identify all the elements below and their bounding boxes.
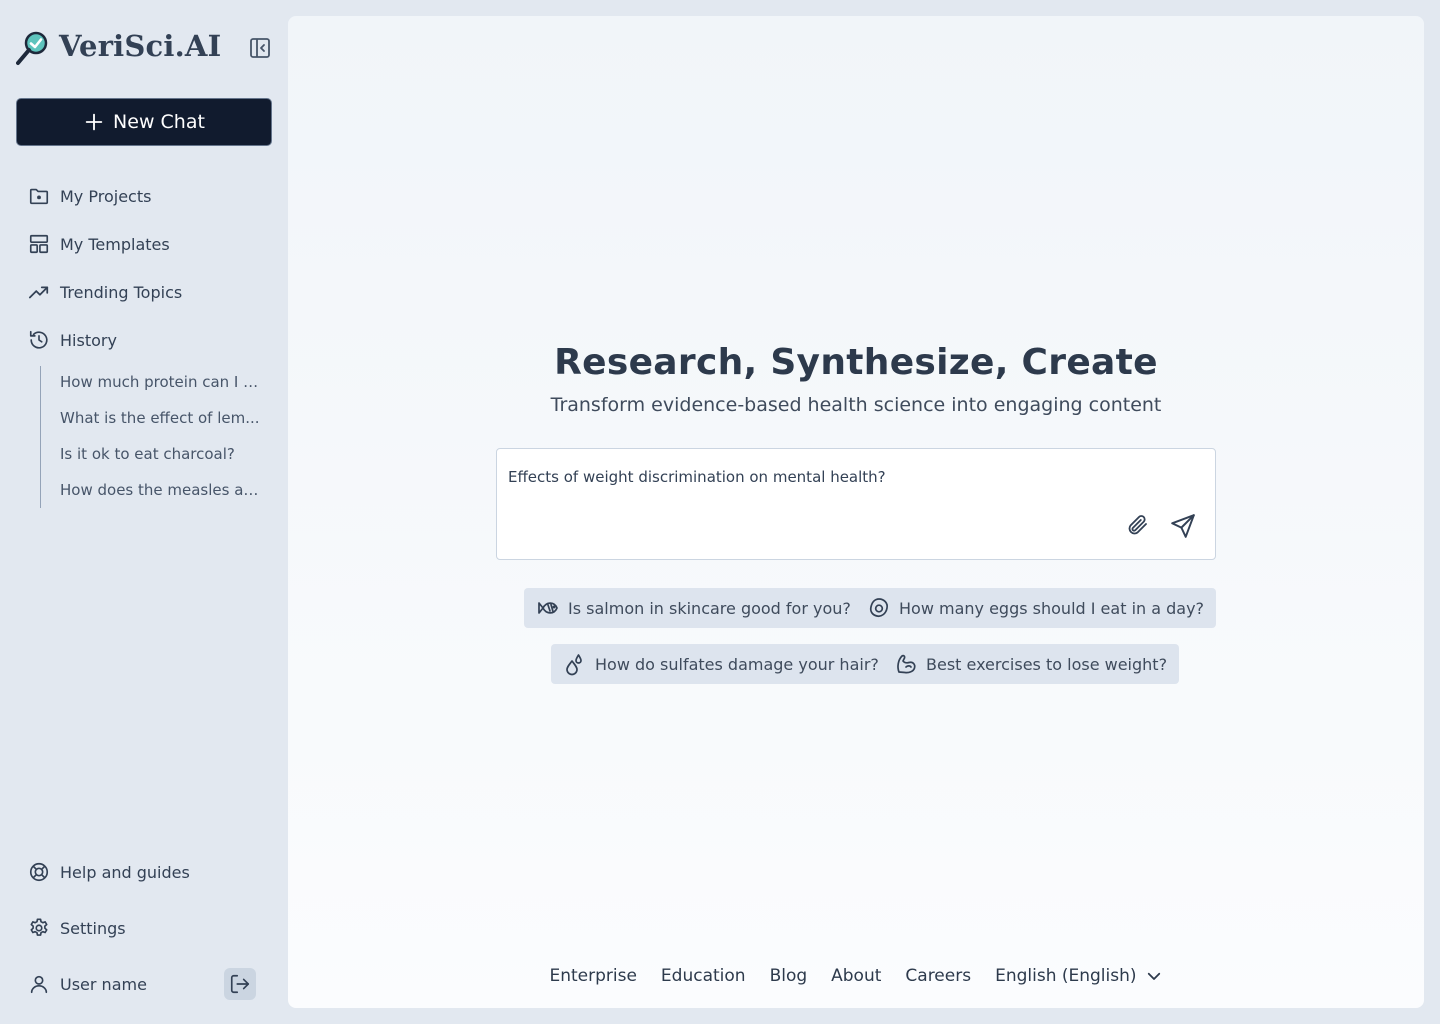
trending-icon xyxy=(28,286,49,299)
magnifier-check-logo-icon xyxy=(16,31,48,65)
paperclip-icon[interactable] xyxy=(1125,513,1149,537)
user-profile[interactable]: User name xyxy=(28,970,208,998)
footer-link-careers[interactable]: Careers xyxy=(905,966,971,986)
footer-link-blog[interactable]: Blog xyxy=(770,966,808,986)
logout-button[interactable] xyxy=(224,968,256,1000)
nav-label: My Projects xyxy=(60,186,152,206)
help-label: Help and guides xyxy=(60,862,190,882)
nav-label: History xyxy=(60,330,117,350)
footer: Enterprise Education Blog About Careers … xyxy=(288,962,1424,990)
logo[interactable]: VeriSci.AI xyxy=(16,28,272,68)
footer-link-education[interactable]: Education xyxy=(661,966,746,986)
history-item[interactable]: How does the measles aff... xyxy=(60,481,264,505)
send-icon[interactable] xyxy=(1170,513,1196,539)
user-name: User name xyxy=(60,974,147,994)
suggestion-label: How many eggs should I eat in a day? xyxy=(899,598,1205,618)
droplets-icon xyxy=(566,654,582,676)
settings-link[interactable]: Settings xyxy=(28,914,268,942)
history-item[interactable]: Is it ok to eat charcoal? xyxy=(60,445,264,469)
app-name: VeriSci.AI xyxy=(59,29,222,63)
user-icon xyxy=(30,975,48,994)
history-divider xyxy=(40,366,41,508)
gear-icon xyxy=(30,918,48,936)
history-icon xyxy=(29,330,48,349)
page-subtitle: Transform evidence-based health science … xyxy=(550,394,1162,416)
main-panel: Research, Synthesize, Create Transform e… xyxy=(288,16,1424,1008)
nav-label: Trending Topics xyxy=(60,282,183,302)
nav-my-projects[interactable]: My Projects xyxy=(28,182,268,210)
suggestion-label: How do sulfates damage your hair? xyxy=(595,654,879,674)
nav-my-templates[interactable]: My Templates xyxy=(28,230,268,258)
egg-icon xyxy=(869,598,888,618)
new-chat-label: New Chat xyxy=(113,111,205,133)
nav-trending-topics[interactable]: Trending Topics xyxy=(28,278,268,306)
suggestion-chip[interactable]: Best exercises to lose weight? xyxy=(882,644,1180,684)
prompt-box[interactable]: Effects of weight discrimination on ment… xyxy=(496,448,1216,560)
history-item[interactable]: What is the effect of lem... xyxy=(60,409,264,433)
suggestion-label: Is salmon in skincare good for you? xyxy=(568,598,851,618)
collapse-sidebar-icon[interactable] xyxy=(248,36,272,60)
language-label: English (English) xyxy=(995,966,1137,986)
help-and-guides-link[interactable]: Help and guides xyxy=(28,858,268,886)
folder-icon xyxy=(29,188,49,205)
settings-label: Settings xyxy=(60,918,126,938)
suggestion-chip[interactable]: How do sulfates damage your hair? xyxy=(551,644,891,684)
footer-link-enterprise[interactable]: Enterprise xyxy=(549,966,636,986)
bicep-icon xyxy=(897,654,916,674)
nav-label: My Templates xyxy=(60,234,170,254)
language-selector[interactable]: English (English) xyxy=(995,966,1162,986)
logout-icon xyxy=(230,974,250,994)
page-title: Research, Synthesize, Create xyxy=(554,342,1158,383)
prompt-input[interactable]: Effects of weight discrimination on ment… xyxy=(508,468,1188,486)
history-item[interactable]: How much protein can I e... xyxy=(60,373,264,397)
suggestion-chip[interactable]: How many eggs should I eat in a day? xyxy=(855,588,1217,628)
plus-icon xyxy=(85,113,103,131)
nav-history[interactable]: History xyxy=(28,326,268,354)
suggestion-chip[interactable]: Is salmon in skincare good for you? xyxy=(524,588,863,628)
fish-icon xyxy=(538,602,558,614)
lifebuoy-icon xyxy=(29,862,49,882)
new-chat-button[interactable]: New Chat xyxy=(16,98,272,146)
templates-icon xyxy=(29,234,49,254)
footer-link-about[interactable]: About xyxy=(831,966,881,986)
chevron-down-icon xyxy=(1147,972,1160,980)
sidebar: VeriSci.AI New Chat My Projects My Templ… xyxy=(0,0,288,1024)
suggestion-label: Best exercises to lose weight? xyxy=(926,654,1168,674)
